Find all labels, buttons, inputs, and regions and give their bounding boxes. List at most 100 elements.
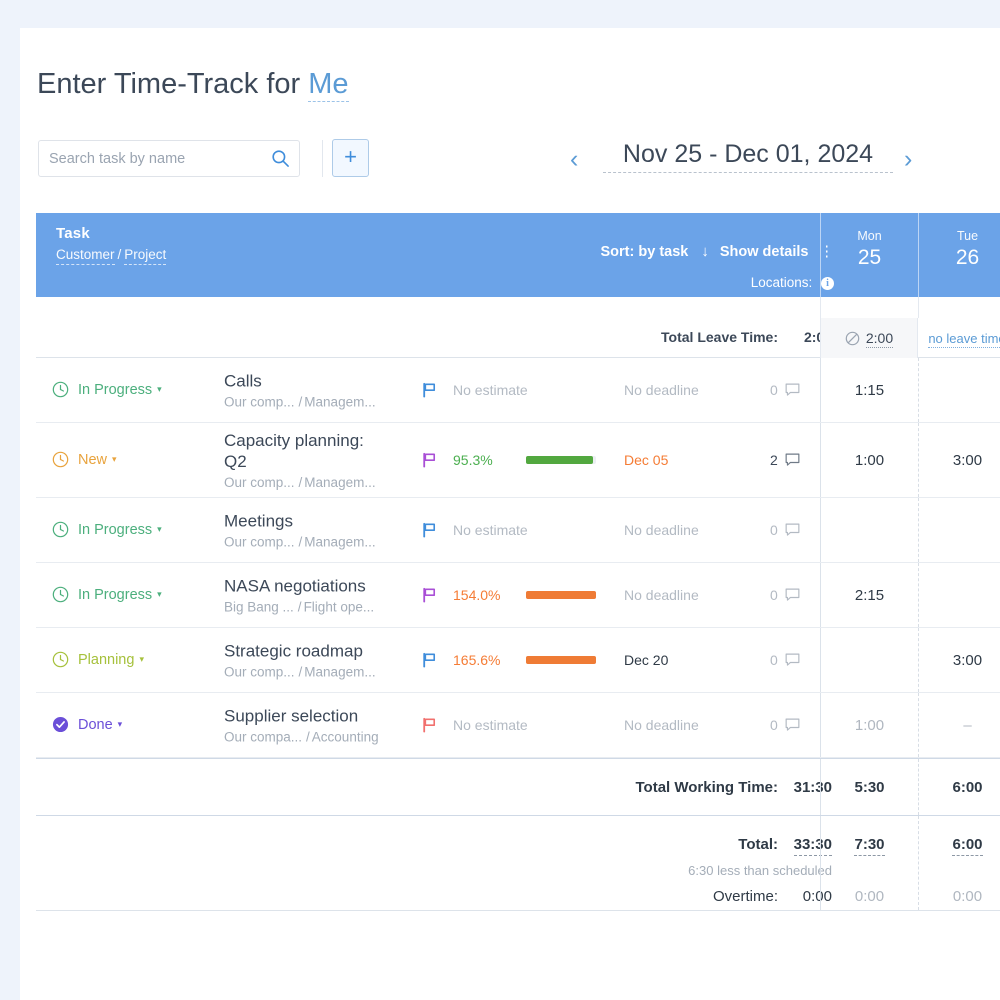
prev-week-button[interactable]: ‹ bbox=[570, 144, 578, 174]
time-cell-tue[interactable]: 3:00 bbox=[918, 628, 1000, 692]
task-estimate: 165.6% bbox=[453, 652, 500, 668]
task-name[interactable]: Calls bbox=[224, 371, 414, 392]
header-slash: / bbox=[118, 247, 122, 262]
status-clock-icon bbox=[52, 521, 69, 538]
add-task-button[interactable]: + bbox=[332, 139, 369, 177]
sort-direction-icon[interactable]: ↓ bbox=[701, 243, 709, 260]
time-cell-mon[interactable]: 1:00 bbox=[820, 423, 918, 497]
chevron-down-icon: ▾ bbox=[157, 589, 162, 599]
task-name[interactable]: Supplier selection bbox=[224, 706, 414, 727]
task-comments[interactable]: 0 bbox=[770, 382, 800, 398]
table-row: Done ▾ Supplier selection Our compa.../Acco… bbox=[36, 693, 1000, 758]
task-status[interactable]: Planning▾ bbox=[52, 651, 144, 669]
show-details-button[interactable]: Show details bbox=[720, 244, 809, 260]
time-cell-mon[interactable]: 1:00 bbox=[820, 693, 918, 757]
time-cell-tue[interactable] bbox=[918, 358, 1000, 422]
total-working-time-label: Total Working Time: bbox=[635, 779, 778, 796]
time-cell-tue[interactable]: 3:00 bbox=[918, 423, 1000, 497]
task-status[interactable]: In Progress ▾ bbox=[52, 586, 162, 604]
task-info: MeetingsOur comp.../Managem... bbox=[224, 511, 414, 550]
day-number: 25 bbox=[821, 246, 918, 270]
status-clock-icon bbox=[52, 451, 69, 468]
search-input[interactable] bbox=[39, 141, 267, 176]
progress-bar bbox=[526, 656, 596, 664]
chevron-down-icon: ▾ bbox=[157, 384, 162, 394]
grand-total-cell-tue-value[interactable]: 6:00 bbox=[952, 836, 982, 856]
grand-total-cell-value: 7:30 bbox=[821, 836, 918, 853]
task-name[interactable]: NASA negotiations bbox=[224, 576, 414, 597]
status-label: Done bbox=[78, 717, 113, 733]
priority-flag-icon[interactable] bbox=[421, 587, 438, 604]
leave-cell-mon[interactable]: 2:00 bbox=[820, 318, 918, 358]
time-cell-tue[interactable]: – bbox=[918, 693, 1000, 757]
task-name[interactable]: Meetings bbox=[224, 511, 414, 532]
day-column-header-1[interactable]: Tue 26 bbox=[918, 213, 1000, 297]
status-label: Planning bbox=[78, 652, 134, 668]
time-cell-mon[interactable]: 2:15 bbox=[820, 563, 918, 627]
timesheet-table: Task Customer/Project Sort: by task↓Show… bbox=[36, 213, 1000, 911]
task-deadline: No deadline bbox=[624, 587, 699, 603]
grand-total-cell-value: 6:00 bbox=[919, 836, 1000, 853]
task-comments[interactable]: 0 bbox=[770, 522, 800, 538]
search-icon[interactable] bbox=[271, 149, 290, 168]
customer-header-link[interactable]: Customer bbox=[56, 247, 115, 265]
task-deadline: No deadline bbox=[624, 717, 699, 733]
page-title-subject-link[interactable]: Me bbox=[308, 68, 348, 102]
task-comments[interactable]: 0 bbox=[770, 652, 800, 668]
no-entry-icon bbox=[845, 321, 860, 336]
leave-cell-value[interactable]: 2:00 bbox=[866, 330, 893, 348]
sort-button[interactable]: Sort: by task bbox=[601, 244, 689, 260]
task-info: CallsOur comp.../Managem... bbox=[224, 371, 414, 410]
task-estimate: No estimate bbox=[453, 717, 528, 733]
page-title: Enter Time-Track forMe bbox=[37, 68, 349, 101]
progress-bar bbox=[526, 591, 596, 599]
project-header-link[interactable]: Project bbox=[124, 247, 166, 265]
task-customer-project: Our comp.../Managem... bbox=[224, 475, 414, 490]
status-clock-icon bbox=[52, 651, 69, 668]
task-header-label: Task bbox=[56, 225, 166, 242]
task-estimate: 154.0% bbox=[453, 587, 500, 603]
status-label: In Progress bbox=[78, 587, 152, 603]
day-number: 26 bbox=[919, 246, 1000, 270]
time-cell-tue[interactable] bbox=[918, 498, 1000, 562]
column-separator bbox=[918, 297, 919, 318]
grand-total-cell-mon-value[interactable]: 7:30 bbox=[854, 836, 884, 856]
task-sub-slash: / bbox=[306, 730, 310, 745]
date-range-label[interactable]: Nov 25 - Dec 01, 2024 bbox=[603, 140, 893, 173]
task-comments[interactable]: 0 bbox=[770, 587, 800, 603]
task-customer: Our comp... bbox=[224, 395, 295, 410]
grand-total-label: Total: bbox=[738, 836, 778, 853]
time-cell-mon[interactable]: 1:15 bbox=[820, 358, 918, 422]
time-cell-mon[interactable] bbox=[820, 498, 918, 562]
time-cell-tue[interactable] bbox=[918, 563, 1000, 627]
task-deadline: Dec 20 bbox=[624, 652, 668, 668]
status-clock-icon bbox=[52, 586, 69, 603]
task-name[interactable]: Strategic roadmap bbox=[224, 641, 414, 662]
task-status[interactable]: Done ▾ bbox=[52, 716, 122, 734]
task-customer-project: Our comp.../Managem... bbox=[224, 665, 414, 680]
no-leave-time-link[interactable]: no leave time bbox=[928, 331, 1000, 348]
priority-flag-icon[interactable] bbox=[421, 382, 438, 399]
priority-flag-icon[interactable] bbox=[421, 522, 438, 539]
task-comments[interactable]: 2 bbox=[770, 452, 800, 468]
table-row: In Progress▾ MeetingsOur comp.../Managem.… bbox=[36, 498, 1000, 563]
time-cell-mon[interactable] bbox=[820, 628, 918, 692]
search-box[interactable] bbox=[38, 140, 300, 177]
leave-cell-tue[interactable]: no leave time bbox=[918, 318, 1000, 358]
status-clock-icon bbox=[52, 381, 69, 398]
task-name[interactable]: Capacity planning:Q2 bbox=[224, 430, 414, 472]
task-customer-project: Our compa.../Accounting bbox=[224, 730, 414, 745]
next-week-button[interactable]: › bbox=[904, 144, 912, 174]
task-comments[interactable]: 0 bbox=[770, 717, 800, 733]
column-separator bbox=[820, 297, 821, 318]
task-status[interactable]: In Progress▾ bbox=[52, 521, 162, 539]
priority-flag-icon[interactable] bbox=[421, 652, 438, 669]
table-row: In Progress▾NASA negotiationsBig Bang ..… bbox=[36, 563, 1000, 628]
task-status[interactable]: New▾ bbox=[52, 451, 117, 469]
day-column-header-0[interactable]: Mon 25 bbox=[820, 213, 918, 297]
priority-flag-icon[interactable] bbox=[421, 452, 438, 469]
task-status[interactable]: In Progress▾ bbox=[52, 381, 162, 399]
chevron-down-icon: ▾ bbox=[118, 719, 123, 729]
priority-flag-icon[interactable] bbox=[421, 717, 438, 734]
task-project: Managem... bbox=[304, 395, 375, 410]
